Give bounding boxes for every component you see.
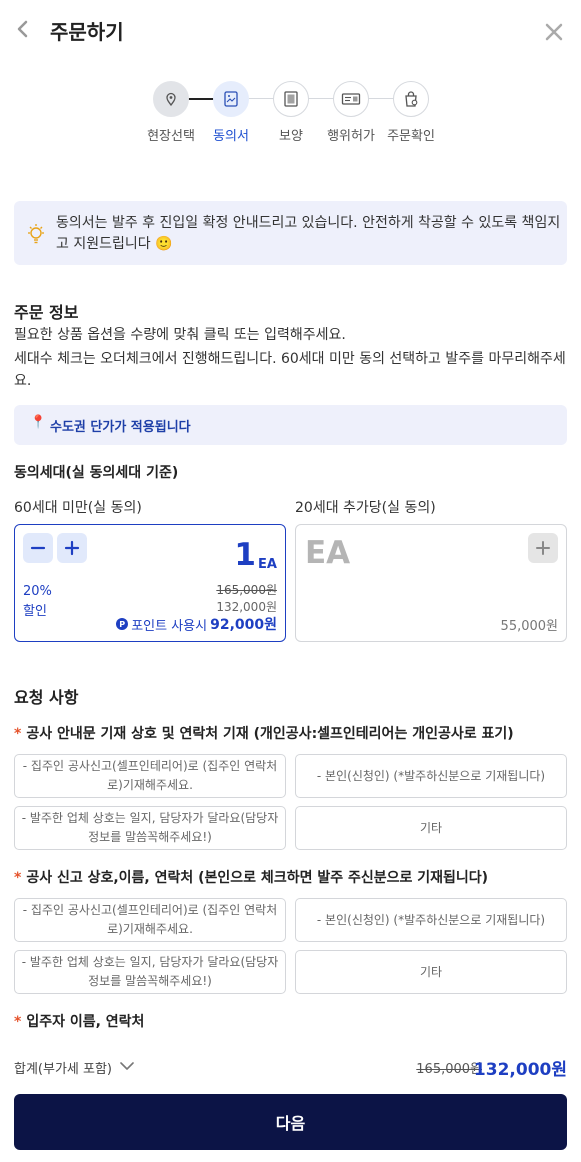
plus-button[interactable] — [528, 533, 558, 563]
page-title: 주문하기 — [50, 20, 124, 44]
under60-label: 60세대 미만(실 동의) — [14, 500, 142, 516]
quantity-unit: EA — [305, 535, 351, 571]
quantity-unit: EA — [258, 557, 277, 572]
order-info-desc-1: 필요한 상품 옵션을 수량에 맞춰 클릭 또는 입력해주세요. — [14, 327, 346, 343]
point-label: 포인트 사용시 — [131, 618, 208, 634]
point-value: 92,000원 — [210, 617, 277, 633]
total-original-price: 165,000원 — [416, 1062, 482, 1077]
required-star: * — [14, 870, 22, 886]
option-applicant[interactable]: - 본인(신청인) (*발주하신분으로 기재됩니다) — [295, 754, 567, 798]
point-price: P 포인트 사용시 92,000원 — [116, 614, 277, 634]
minus-button[interactable] — [23, 533, 53, 563]
required-star: * — [14, 726, 22, 742]
consent-title: 동의세대(실 동의세대 기준) — [14, 465, 179, 481]
back-arrow-icon[interactable] — [10, 14, 38, 44]
original-price: 165,000원 — [216, 583, 277, 597]
request-q1-title: * 공사 안내문 기재 상호 및 연락처 기재 (개인공사:셀프인테리어는 개인공… — [14, 723, 514, 743]
option-other[interactable]: 기타 — [295, 806, 567, 850]
notice-text: 동의서는 발주 후 진입일 확정 안내드리고 있습니다. 안전하게 착공할 수 … — [56, 215, 561, 252]
order-info-title: 주문 정보 — [14, 303, 79, 322]
option-owner-self[interactable]: - 집주인 공사신고(셀프인테리어)로 (집주인 연락처로)기재해주세요. — [14, 754, 286, 798]
pin-icon: 📍 — [30, 415, 47, 430]
request-q2-title: * 공사 신고 상호,이름, 연락처 (본인으로 체크하면 발주 주신분으로 기재… — [14, 867, 488, 887]
document-image-icon — [213, 81, 249, 117]
region-text: 수도권 단가가 적용됩니다 — [50, 420, 191, 435]
request-q2-text: 공사 신고 상호,이름, 연락처 (본인으로 체크하면 발주 주신분으로 기재됩… — [26, 870, 489, 886]
close-icon[interactable] — [540, 18, 568, 46]
option-different-company[interactable]: - 발주한 업체 상호는 일지, 담당자가 달라요(담당자정보를 말씀꼭해주세요… — [14, 806, 286, 850]
discount-label: 20% 할인 — [23, 582, 52, 622]
step-label: 주문확인 — [387, 129, 435, 144]
option-applicant[interactable]: - 본인(신청인) (*발주하신분으로 기재됩니다) — [295, 898, 567, 942]
option-other[interactable]: 기타 — [295, 950, 567, 994]
header: 주문하기 — [0, 0, 581, 60]
option-different-company[interactable]: - 발주한 업체 상호는 일지, 담당자가 달라요(담당자정보를 말씀꼭해주세요… — [14, 950, 286, 994]
next-button[interactable]: 다음 — [14, 1094, 567, 1150]
required-star: * — [14, 1014, 22, 1030]
order-info-desc-2: 세대수 체크는 오더체크에서 진행해드립니다. 60세대 미만 동의 선택하고 … — [14, 351, 566, 389]
total-label: 합계(부가세 포함) — [14, 1062, 112, 1077]
region-notice: 📍 수도권 단가가 적용됩니다 — [14, 405, 567, 445]
option-owner-self[interactable]: - 집주인 공사신고(셀프인테리어)로 (집주인 연락처로)기재해주세요. — [14, 898, 286, 942]
discount-percent: 20% — [23, 584, 52, 599]
per20-card[interactable]: EA 55,000원 — [295, 524, 567, 642]
order-bag-icon — [393, 81, 429, 117]
progress-steps: 현장선택 동의서 보양 행위허가 주문확인 — [0, 80, 581, 150]
plus-button[interactable] — [57, 533, 87, 563]
protection-panel-icon — [273, 81, 309, 117]
total-final-price: 132,000원 — [473, 1060, 567, 1080]
unit-price: 55,000원 — [500, 619, 558, 634]
per20-label: 20세대 추가당(실 동의) — [295, 500, 436, 516]
request-q1-text: 공사 안내문 기재 상호 및 연락처 기재 (개인공사:셀프인테리어는 개인공사… — [26, 726, 514, 742]
sale-price: 132,000원 — [216, 600, 277, 614]
requests-title: 요청 사항 — [14, 688, 79, 707]
chevron-down-icon[interactable] — [119, 1058, 135, 1077]
discount-word: 할인 — [23, 604, 47, 619]
request-q3-title: * 입주자 이름, 연락처 — [14, 1011, 144, 1031]
location-pin-icon — [153, 81, 189, 117]
permit-card-icon — [333, 81, 369, 117]
lightbulb-icon — [26, 223, 46, 249]
request-q3-text: 입주자 이름, 연락처 — [26, 1014, 145, 1030]
under60-card[interactable]: 1 EA 20% 할인 165,000원 132,000원 P 포인트 사용시 … — [14, 524, 286, 642]
notice-banner: 동의서는 발주 후 진입일 확정 안내드리고 있습니다. 안전하게 착공할 수 … — [14, 201, 567, 265]
step-order-confirm[interactable]: 주문확인 — [376, 81, 446, 144]
total-row: 합계(부가세 포함) 165,000원 132,000원 — [14, 1056, 567, 1080]
point-icon: P — [116, 618, 129, 630]
quantity-value[interactable]: 1 — [234, 537, 256, 573]
